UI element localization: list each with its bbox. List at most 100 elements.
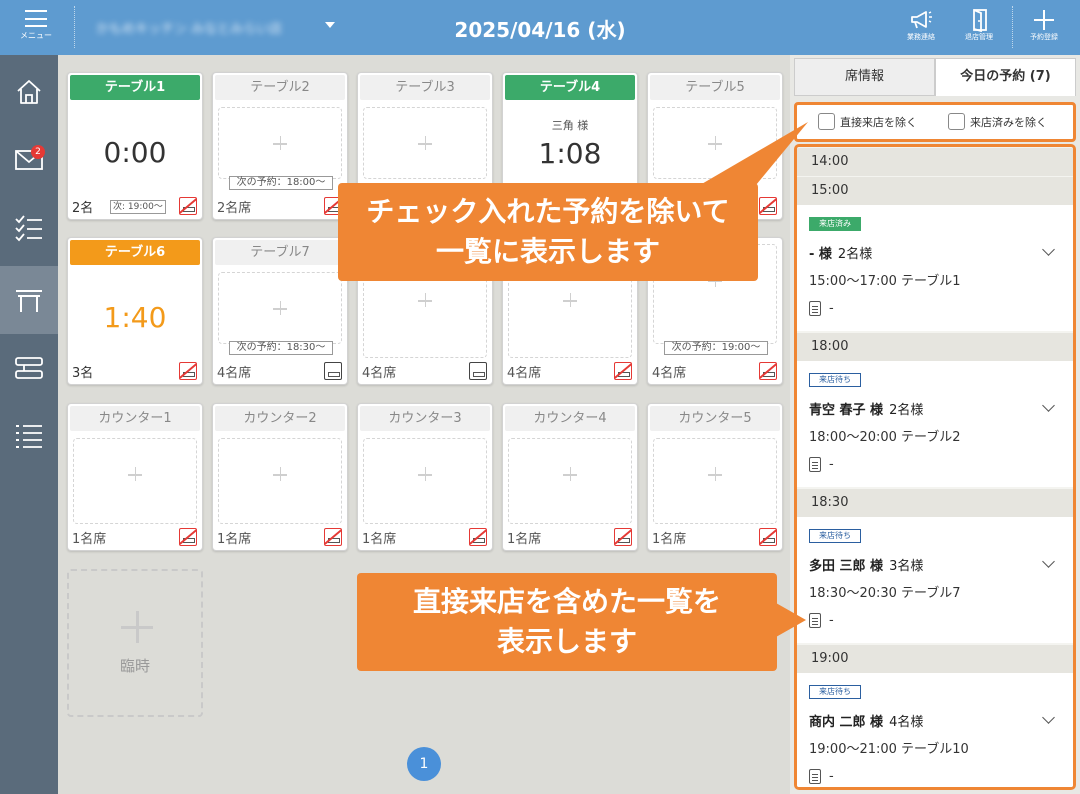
add-temp-seat-button[interactable]: 臨時 bbox=[67, 569, 203, 717]
reservation-item[interactable]: 来店待ち 青空 春子 様 2名様 18:00～20:00 テーブル2 - bbox=[797, 361, 1073, 487]
callout-top: チェック入れた予約を除いて 一覧に表示します bbox=[338, 183, 758, 281]
counter-card[interactable]: カウンター1 1名席 bbox=[67, 403, 203, 551]
add-guest-area[interactable] bbox=[653, 438, 777, 524]
counter-card[interactable]: カウンター3 1名席 bbox=[357, 403, 493, 551]
elapsed-time: 1:40 bbox=[103, 301, 167, 334]
add-guest-area[interactable] bbox=[653, 107, 777, 179]
add-reservation-button[interactable]: 予約登録 bbox=[1021, 6, 1067, 46]
chevron-down-icon[interactable] bbox=[1042, 399, 1055, 412]
reservation-item[interactable]: 来店待ち 商内 二郎 様 4名様 19:00～21:00 テーブル10 - bbox=[797, 673, 1073, 787]
counter-name: カウンター1 bbox=[70, 406, 200, 431]
table-name: テーブル3 bbox=[360, 75, 490, 100]
smoking-icon bbox=[469, 362, 487, 380]
table-name: テーブル4 bbox=[505, 75, 635, 100]
temp-seat-label: 臨時 bbox=[119, 657, 150, 675]
list-icon bbox=[16, 425, 42, 448]
chevron-down-icon[interactable] bbox=[1042, 711, 1055, 724]
reservation-time: 19:00～21:00 テーブル10 bbox=[809, 742, 969, 757]
header-divider bbox=[74, 6, 75, 48]
smoking-icon bbox=[324, 362, 342, 380]
chevron-down-icon[interactable] bbox=[1042, 555, 1055, 568]
memo-icon bbox=[809, 613, 821, 628]
tab-seat-info[interactable]: 席情報 bbox=[794, 58, 935, 96]
table-card[interactable]: テーブル2 次の予約：18:00～ 2名席 bbox=[212, 72, 348, 220]
exclude-visited-checkbox[interactable]: 来店済みを除く bbox=[948, 113, 1047, 130]
sidebar-item-list[interactable] bbox=[0, 402, 58, 470]
reservation-item[interactable]: 来店待ち 多田 三郎 様 3名様 18:30～20:30 テーブル7 - bbox=[797, 517, 1073, 643]
no-smoking-icon bbox=[614, 362, 632, 380]
reservation-panel: 席情報 今日の予約 (7) 直接来店を除く 来店済みを除く 14:00 15:0… bbox=[790, 55, 1080, 794]
table-name: テーブル6 bbox=[70, 240, 200, 265]
memo-icon bbox=[809, 457, 821, 472]
sidebar-item-layout[interactable] bbox=[0, 334, 58, 402]
counter-card[interactable]: カウンター5 1名席 bbox=[647, 403, 783, 551]
seat-capacity: 4名席 bbox=[652, 366, 687, 381]
elapsed-time: 0:00 bbox=[103, 136, 167, 169]
exclude-walkin-label: 直接来店を除く bbox=[840, 115, 917, 129]
add-guest-area[interactable] bbox=[218, 272, 342, 344]
tab-today-reservations[interactable]: 今日の予約 (7) bbox=[935, 58, 1076, 96]
add-guest-area[interactable] bbox=[218, 107, 342, 179]
table-card[interactable]: テーブル1 0:00 2名 次: 19:00～ bbox=[67, 72, 203, 220]
chevron-down-icon[interactable] bbox=[1042, 243, 1055, 256]
store-name[interactable]: かもめキッチン みなとみらい店 bbox=[96, 18, 282, 37]
callout-bottom-line: 直接来店を含めた一覧を bbox=[412, 585, 721, 618]
notice-button[interactable]: 業務連絡 bbox=[898, 6, 944, 46]
add-guest-area[interactable] bbox=[73, 438, 197, 524]
menu-button[interactable]: メニュー bbox=[10, 6, 62, 48]
counter-card[interactable]: カウンター2 1名席 bbox=[212, 403, 348, 551]
plus-icon bbox=[121, 611, 153, 643]
add-guest-area[interactable] bbox=[508, 438, 632, 524]
table-card[interactable]: テーブル6 1:40 3名 bbox=[67, 237, 203, 385]
reservation-item[interactable]: 来店済み - 様 2名様 15:00～17:00 テーブル1 - bbox=[797, 205, 1073, 331]
checkbox-box[interactable] bbox=[948, 113, 965, 130]
checkout-button[interactable]: 退店管理 bbox=[956, 6, 1002, 46]
add-guest-area[interactable] bbox=[218, 438, 342, 524]
seat-capacity: 4名席 bbox=[507, 366, 542, 381]
home-icon bbox=[17, 80, 41, 104]
elapsed-time: 1:08 bbox=[538, 137, 602, 170]
next-reservation: 次の予約：18:00～ bbox=[229, 176, 333, 190]
add-guest-area[interactable] bbox=[363, 107, 487, 179]
megaphone-icon bbox=[911, 11, 932, 29]
guest-count: 3名 bbox=[72, 366, 94, 381]
layout-icon bbox=[15, 357, 43, 379]
chevron-down-icon[interactable] bbox=[325, 22, 335, 28]
reservation-memo: - bbox=[809, 613, 834, 628]
add-guest-area[interactable] bbox=[363, 438, 487, 524]
no-smoking-icon bbox=[469, 528, 487, 546]
sidebar-item-tables[interactable] bbox=[0, 266, 58, 334]
next-reservation: 次の予約：19:00～ bbox=[664, 341, 768, 355]
reservation-name: - 様 2名様 bbox=[809, 247, 873, 262]
seat-capacity: 1名席 bbox=[507, 532, 542, 547]
reservation-list[interactable]: 14:00 15:00 来店済み - 様 2名様 15:00～17:00 テーブル… bbox=[794, 144, 1076, 790]
reservation-memo: - bbox=[809, 457, 834, 472]
callout-bottom: 直接来店を含めた一覧を 表示します bbox=[357, 573, 777, 671]
sidebar-item-checklist[interactable] bbox=[0, 194, 58, 262]
add-reservation-label: 予約登録 bbox=[1030, 33, 1058, 41]
memo-icon bbox=[809, 301, 821, 316]
exclude-walkin-checkbox[interactable]: 直接来店を除く bbox=[818, 113, 917, 130]
exit-door-icon bbox=[973, 9, 987, 33]
table-name: テーブル7 bbox=[215, 240, 345, 265]
sidebar-item-mail[interactable]: 2 bbox=[0, 126, 58, 194]
no-smoking-icon bbox=[179, 362, 197, 380]
sidebar: 2 bbox=[0, 55, 58, 794]
counter-card[interactable]: カウンター4 1名席 bbox=[502, 403, 638, 551]
guest-count: 2名 bbox=[72, 201, 94, 216]
counter-name: カウンター5 bbox=[650, 406, 780, 431]
seat-capacity: 4名席 bbox=[362, 366, 397, 381]
seat-capacity: 2名席 bbox=[217, 201, 252, 216]
checkbox-box[interactable] bbox=[818, 113, 835, 130]
sidebar-item-home[interactable] bbox=[0, 58, 58, 126]
reservation-time: 18:00～20:00 テーブル2 bbox=[809, 430, 961, 445]
reservation-time: 15:00～17:00 テーブル1 bbox=[809, 274, 961, 289]
table-grid: テーブル1 0:00 2名 次: 19:00～ テーブル2 次の予約：18:00… bbox=[58, 55, 790, 794]
callout-top-line: チェック入れた予約を除いて bbox=[366, 195, 730, 228]
table-name: テーブル1 bbox=[70, 75, 200, 100]
table-card[interactable]: テーブル7 次の予約：18:30～ 4名席 bbox=[212, 237, 348, 385]
page-indicator[interactable]: 1 bbox=[407, 747, 441, 781]
next-reservation: 次の予約：18:30～ bbox=[229, 341, 333, 355]
header-divider bbox=[1012, 6, 1013, 48]
status-badge: 来店済み bbox=[809, 217, 861, 231]
